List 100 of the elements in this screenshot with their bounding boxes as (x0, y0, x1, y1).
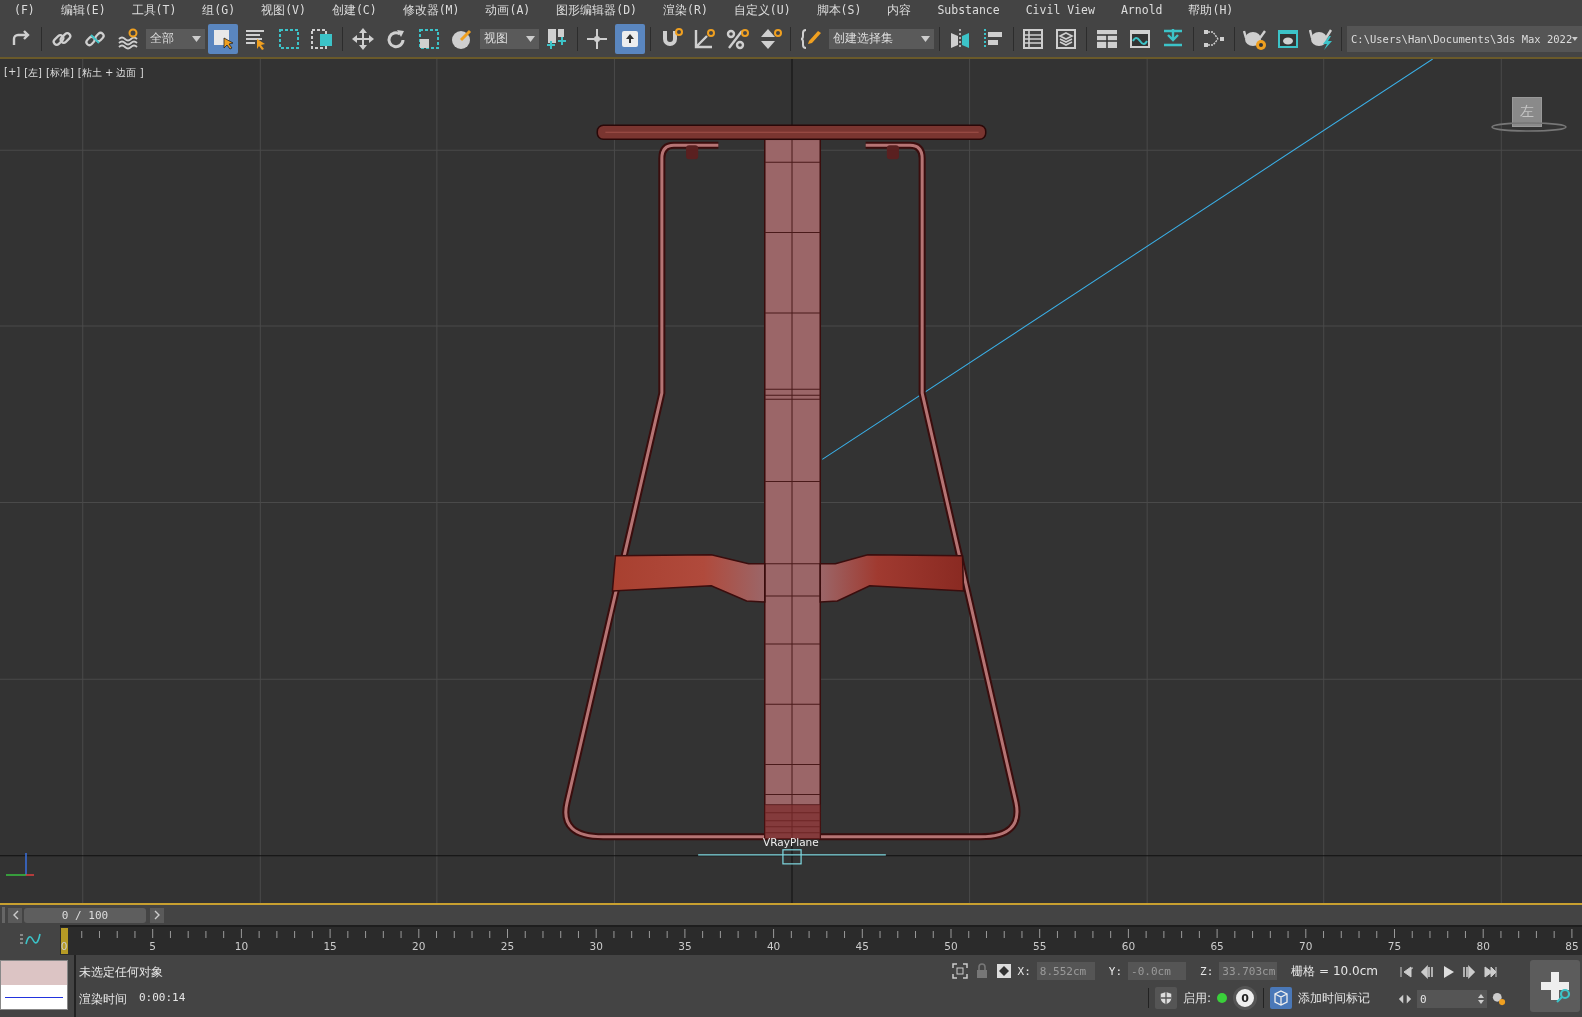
grid-size-text: 栅格 = 10.0cm (1291, 962, 1378, 980)
object-label: VRayPlane (763, 836, 819, 848)
viewport-menu-label[interactable]: [左] (24, 66, 42, 80)
caret-icon (1572, 35, 1578, 42)
named-selection-dropdown[interactable]: 创建选择集 (829, 28, 934, 49)
menu-item[interactable]: 帮助(H) (1176, 2, 1248, 18)
dashed-square-fill-icon (309, 26, 334, 51)
frame-number: 5 (149, 940, 157, 952)
menu-item[interactable]: (F) (2, 3, 49, 17)
render-time-label: 渲染时间 (79, 991, 127, 1008)
frame-number: 40 (766, 940, 781, 952)
spinner-icon (1478, 994, 1484, 1004)
render-time-value: 0:00:14 (139, 991, 186, 1006)
table-icon (1021, 26, 1046, 51)
caret-icon (525, 35, 535, 42)
cube-icon (1273, 990, 1289, 1006)
z-label: Z: (1200, 964, 1214, 978)
menu-item[interactable]: Substance (925, 3, 1014, 17)
menu-item[interactable]: 组(G) (190, 2, 250, 18)
menu-item[interactable]: Civil View (1013, 3, 1109, 17)
frame-number: 75 (1387, 940, 1402, 952)
frame-number: 20 (412, 940, 426, 952)
go-to-start-icon (1399, 965, 1413, 979)
menu-item[interactable]: 图形编辑器(D) (544, 2, 652, 18)
menu-item[interactable]: Arnold (1108, 3, 1177, 17)
four-way-arrow-icon (350, 26, 375, 51)
status-prompt: 未选定任何对象 (79, 964, 163, 981)
add-time-tag-label[interactable]: 添加时间标记 (1298, 989, 1370, 1007)
frame-number: 35 (678, 940, 692, 952)
right-chevron-icon (153, 910, 161, 920)
next-frame-button[interactable] (1461, 964, 1477, 980)
set-key-button[interactable] (1530, 960, 1580, 1012)
frame-number: 15 (323, 940, 337, 952)
menu-item[interactable]: 编辑(E) (48, 2, 120, 18)
frame-number: 65 (1210, 940, 1224, 952)
project-path-dropdown[interactable]: C:\Users\Han\Documents\3ds Max 2022 (1347, 25, 1582, 52)
transform-type-in-icon[interactable] (995, 963, 1012, 979)
time-tag-button[interactable] (1270, 987, 1292, 1009)
shield-button[interactable] (1154, 987, 1177, 1009)
compass-ring-icon[interactable] (1490, 121, 1568, 133)
count-badge: 0 (1233, 986, 1257, 1010)
selection-bracket-icon[interactable] (951, 963, 968, 979)
crosshair-icon (585, 26, 610, 51)
current-frame-marker[interactable] (61, 928, 68, 954)
frame-number: 55 (1033, 940, 1047, 952)
select-cursor-button[interactable] (207, 23, 238, 54)
arrow-up-square-button[interactable] (615, 23, 646, 54)
frame-number: 25 (500, 940, 515, 952)
previous-frame-button[interactable] (1419, 964, 1435, 980)
menu-item[interactable]: 自定义(U) (721, 2, 805, 18)
play-icon (1441, 965, 1455, 979)
next-frame-icon (1462, 965, 1476, 979)
enabled-label: 启用: (1182, 989, 1211, 1007)
shield-icon (1158, 991, 1173, 1005)
stacked-layers-icon (1054, 26, 1079, 51)
frame-number: 10 (234, 940, 249, 952)
angle-icon (692, 26, 717, 51)
frame-number: 70 (1299, 940, 1313, 952)
left-right-arrows-icon[interactable] (1398, 992, 1412, 1006)
left-chevron-icon (11, 910, 19, 920)
frame-number: 60 (1121, 940, 1136, 952)
up-down-triangles-icon (758, 26, 783, 51)
pivot-plus-icon (544, 26, 569, 51)
frame-number: 0 (60, 940, 68, 952)
frame-number: 30 (589, 940, 603, 952)
menu-item[interactable]: 渲染(R) (651, 2, 722, 18)
menu-item[interactable]: 工具(T) (119, 2, 191, 18)
menu-item[interactable]: 内容 (875, 2, 926, 18)
caret-icon (191, 35, 201, 42)
menu-item[interactable]: 动画(A) (473, 2, 545, 18)
reference-coordinate-dropdown[interactable]: 视图 (479, 28, 539, 49)
frame-number: 80 (1476, 940, 1490, 952)
y-label: Y: (1108, 964, 1123, 978)
viewport-menu-label[interactable]: [+] (4, 66, 21, 80)
go-to-start-button[interactable] (1398, 964, 1414, 980)
menu-item[interactable]: 脚本(S) (804, 2, 876, 18)
frame-number: 50 (944, 940, 958, 952)
go-to-end-icon (1483, 965, 1497, 979)
time-slider-thumb[interactable]: 0 / 100 (24, 907, 146, 923)
previous-frame-button[interactable] (8, 907, 22, 923)
track-bar[interactable]: 0 5 10 15 20 25 30 35 40 45 50 55 60 65 70 75 80 85 (60, 925, 1582, 955)
viewport-menu-label[interactable]: [标准] (46, 66, 74, 80)
braces-pencil-icon (799, 26, 824, 51)
scale-squares-icon (416, 26, 441, 51)
go-to-end-button[interactable] (1482, 964, 1498, 980)
next-frame-button[interactable] (150, 907, 164, 923)
maxscript-listener-preview[interactable] (0, 960, 68, 1010)
frame-number: 45 (855, 940, 869, 952)
x-label: X: (1017, 964, 1031, 978)
clock-gear-icon[interactable] (1492, 992, 1506, 1006)
current-frame-field[interactable]: 0 (1417, 990, 1487, 1008)
viewport-menu-label[interactable]: [粘土 + 边面 ] (77, 66, 144, 80)
menu-item[interactable]: 创建(C) (319, 2, 391, 18)
dashed-square-icon (276, 26, 301, 51)
previous-frame-icon (1420, 965, 1434, 979)
selection-filter-dropdown[interactable]: 全部 (145, 28, 205, 49)
menu-item[interactable]: 视图(V) (249, 2, 320, 18)
caret-icon (920, 35, 930, 42)
menu-item[interactable]: 修改器(M) (390, 2, 474, 18)
percent-sign-icon (725, 26, 750, 51)
